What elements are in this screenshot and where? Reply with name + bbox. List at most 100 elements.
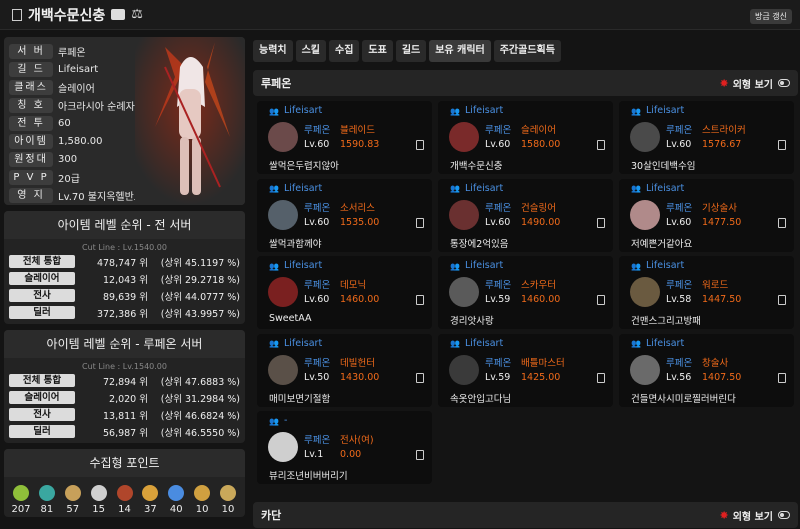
island-heart-icon bbox=[38, 485, 55, 501]
copy-icon[interactable] bbox=[597, 140, 605, 150]
character-class: 스트라이커 bbox=[702, 125, 746, 136]
character-card[interactable]: 👥 Lifeisart 루페온 창술사 Lv.56 1407.50 건들면사시미로찔러버린다 bbox=[619, 333, 794, 407]
collect-item[interactable]: 10 bbox=[191, 485, 213, 515]
character-item-level: 1447.50 bbox=[702, 294, 742, 305]
toggle-icon[interactable] bbox=[778, 79, 790, 87]
collect-item[interactable]: 81 bbox=[36, 485, 58, 515]
character-server: 루페온 bbox=[304, 202, 331, 214]
people-icon: 👥 bbox=[631, 339, 641, 348]
rank-server-panel: 아이템 레벨 순위 - 루페온 서버 Cut Line : Lv.1540.00… bbox=[4, 330, 245, 443]
character-card[interactable]: 👥 Lifeisart 루페온 배틀마스터 Lv.59 1425.00 속옷안입고다님 bbox=[438, 333, 613, 407]
character-card[interactable]: 👥 Lifeisart 루페온 기상술사 Lv.60 1477.50 저예쁜거같아요 bbox=[619, 178, 794, 252]
guild-name: - bbox=[284, 415, 288, 426]
character-level: Lv.60 bbox=[304, 294, 330, 305]
scale-icon[interactable]: ⚖ bbox=[131, 7, 143, 22]
character-card[interactable]: 👥 Lifeisart 루페온 데모닉 Lv.60 1460.00 SweetAA bbox=[257, 256, 432, 329]
rank-value: 372,386 위 bbox=[96, 308, 148, 320]
character-avatar bbox=[449, 354, 479, 385]
painting-icon bbox=[64, 485, 81, 501]
rank-row: 슬레이어 12,043 위 (상위 29.2718 %) bbox=[4, 270, 245, 287]
info-label: 전 투 bbox=[9, 115, 53, 131]
tab-6[interactable]: 주간골드획득 bbox=[493, 40, 561, 62]
rank-value: 89,639 위 bbox=[102, 291, 148, 303]
appearance-toggle[interactable]: ✸ 외형 보기 bbox=[719, 508, 790, 523]
rank-label: 딜러 bbox=[9, 425, 75, 438]
character-card[interactable]: 👥 Lifeisart 루페온 데빌헌터 Lv.50 1430.00 매미보면기절함 bbox=[257, 333, 432, 407]
tab-1[interactable]: 스킬 bbox=[295, 40, 327, 62]
rank-value: 478,747 위 bbox=[96, 257, 148, 269]
character-card[interactable]: 👥 Lifeisart 루페온 스카우터 Lv.59 1460.00 경리앗사랑 bbox=[438, 256, 613, 329]
character-card[interactable]: 👥 Lifeisart 루페온 소서리스 Lv.60 1535.00 쌀먹과함께야 bbox=[257, 178, 432, 252]
info-row: 영 지 Lv.70 불지옥헬반도 bbox=[9, 187, 143, 205]
collect-count: 10 bbox=[221, 504, 235, 515]
rank-label: 전체 통합 bbox=[9, 255, 75, 268]
people-icon: 👥 bbox=[269, 416, 279, 426]
copy-icon[interactable] bbox=[416, 450, 424, 460]
character-card[interactable]: 👥 Lifeisart 루페온 슬레이어 Lv.60 1580.00 개백수문신충 bbox=[438, 101, 613, 174]
character-card[interactable]: 👥 - 루페온 전사(여) Lv.1 0.00 뷰리조년비버버리기 bbox=[257, 411, 432, 484]
page-title: 개백수문신충 bbox=[28, 7, 106, 24]
info-value: Lv.70 불지옥헬반도 bbox=[58, 192, 143, 204]
guild-name: Lifeisart bbox=[284, 260, 323, 271]
character-card[interactable]: 👥 Lifeisart 루페온 건슬링어 Lv.60 1490.00 통장에2억있음 bbox=[438, 178, 613, 252]
character-level: Lv.59 bbox=[485, 294, 511, 305]
info-row: 클래스 슬레이어 bbox=[9, 78, 143, 96]
character-card[interactable]: 👥 Lifeisart 루페온 워로드 Lv.58 1447.50 건맨스그리고방패 bbox=[619, 256, 794, 329]
rank-percent: (상위 44.0777 %) bbox=[160, 291, 240, 303]
id-card-icon[interactable] bbox=[111, 9, 126, 20]
copy-icon[interactable] bbox=[416, 217, 424, 228]
refresh-button[interactable]: 방금 갱신 bbox=[750, 9, 792, 24]
character-level: Lv.59 bbox=[485, 371, 511, 383]
collect-item[interactable]: 15 bbox=[88, 485, 110, 515]
copy-icon[interactable] bbox=[778, 217, 786, 228]
copy-icon[interactable] bbox=[416, 295, 424, 305]
copy-icon[interactable] bbox=[597, 217, 605, 228]
guild-name: Lifeisart bbox=[646, 337, 685, 349]
tab-3[interactable]: 도표 bbox=[362, 40, 393, 62]
collect-item[interactable]: 40 bbox=[165, 485, 187, 515]
collect-item[interactable]: 57 bbox=[62, 485, 84, 515]
character-card[interactable]: 👥 Lifeisart 루페온 블레이드 Lv.60 1590.83 쌀먹은두렵지않아 bbox=[257, 101, 432, 174]
info-label: P V P bbox=[9, 170, 53, 186]
collect-item[interactable]: 14 bbox=[114, 485, 136, 515]
info-value: 아크라시아 순례자 bbox=[58, 101, 135, 113]
rank-percent: (상위 46.5550 %) bbox=[160, 427, 240, 439]
character-level: Lv.60 bbox=[485, 139, 511, 150]
people-icon: 👥 bbox=[269, 261, 279, 271]
rank-percent: (상위 45.1197 %) bbox=[160, 257, 240, 269]
collect-item[interactable]: 10 bbox=[217, 485, 239, 515]
collect-item[interactable]: 37 bbox=[139, 485, 161, 515]
people-icon: 👥 bbox=[269, 184, 279, 193]
rank-row: 전체 통합 478,747 위 (상위 45.1197 %) bbox=[4, 253, 245, 270]
collect-item[interactable]: 207 bbox=[10, 485, 32, 515]
collect-count: 15 bbox=[92, 504, 105, 515]
copy-icon[interactable] bbox=[597, 372, 605, 383]
toggle-icon[interactable] bbox=[778, 511, 790, 519]
rank-label: 전사 bbox=[9, 408, 75, 421]
tab-0[interactable]: 능력치 bbox=[253, 40, 293, 62]
tab-5[interactable]: 보유 캐릭터 bbox=[429, 40, 491, 62]
profile-box: 서 버 루페온 길 드 Lifeisart 클래스 슬레이어 칭 호 아크라시아 순례자 전 투… bbox=[4, 37, 245, 205]
copy-icon[interactable] bbox=[778, 140, 786, 150]
voyage-icon bbox=[142, 485, 159, 501]
character-avatar bbox=[268, 432, 298, 462]
copy-icon[interactable] bbox=[778, 372, 786, 383]
appearance-toggle[interactable]: ✸ 외형 보기 bbox=[719, 76, 790, 91]
tab-4[interactable]: 길드 bbox=[395, 40, 427, 62]
character-card[interactable]: 👥 Lifeisart 루페온 스트라이커 Lv.60 1576.67 30살인데백수임 bbox=[619, 101, 794, 174]
tab-2[interactable]: 수집 bbox=[329, 40, 360, 62]
info-label: 서 버 bbox=[9, 43, 53, 59]
copy-icon[interactable] bbox=[416, 140, 424, 150]
character-avatar bbox=[268, 354, 298, 385]
rank-all-cutline: Cut Line : Lv.1540.00 bbox=[82, 243, 167, 252]
rank-server-cutline: Cut Line : Lv.1540.00 bbox=[82, 362, 167, 371]
star-icon: ✸ bbox=[719, 508, 729, 522]
copy-icon[interactable] bbox=[778, 295, 786, 305]
copy-icon[interactable] bbox=[597, 295, 605, 305]
bookmark-icon[interactable] bbox=[12, 8, 22, 21]
rank-row: 전사 89,639 위 (상위 44.0777 %) bbox=[4, 287, 245, 304]
guild-name: Lifeisart bbox=[465, 337, 504, 349]
copy-icon[interactable] bbox=[416, 372, 424, 383]
right-column: 능력치 스킬 수집 도표 길드 보유 캐릭터 주간골드획득 루페온 ✸ 외형 보기 👥 Lif… bbox=[253, 40, 798, 486]
character-name: 건들면사시미로찔러버린다 bbox=[631, 393, 736, 405]
